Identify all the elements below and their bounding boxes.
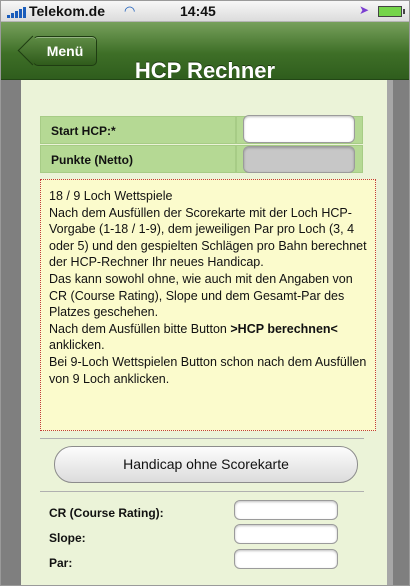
info-paragraph-2: Das kann sowohl ohne, wie auch mit den A… bbox=[49, 271, 353, 320]
status-time: 14:45 bbox=[180, 3, 216, 19]
divider bbox=[40, 491, 364, 492]
status-bar: Telekom.de ◠ 14:45 ➤ bbox=[1, 1, 409, 22]
menu-back-button[interactable]: Menü bbox=[33, 36, 97, 66]
info-instruction-post: anklicken. bbox=[49, 338, 105, 353]
slope-input[interactable] bbox=[234, 524, 338, 544]
handicap-ohne-scorekarte-button[interactable]: Handicap ohne Scorekarte bbox=[54, 446, 358, 483]
info-paragraph-3: Bei 9-Loch Wettspielen Button schon nach… bbox=[49, 354, 367, 386]
punkte-netto-label: Punkte (Netto) bbox=[40, 145, 236, 173]
punkte-netto-field bbox=[243, 146, 355, 173]
info-instruction-pre: Nach dem Ausfüllen bitte Button bbox=[49, 321, 231, 336]
start-hcp-label: Start HCP:* bbox=[40, 116, 236, 144]
start-hcp-input[interactable] bbox=[243, 115, 355, 143]
app-window: Telekom.de ◠ 14:45 ➤ HCP Rechner Menü St… bbox=[0, 0, 410, 586]
cr-label: CR (Course Rating): bbox=[49, 506, 164, 520]
menu-back-label: Menü bbox=[46, 43, 84, 59]
info-instruction-button-ref: >HCP berechnen< bbox=[230, 321, 338, 336]
slope-label: Slope: bbox=[49, 531, 86, 545]
battery-icon bbox=[378, 6, 405, 17]
info-heading: 18 / 9 Loch Wettspiele bbox=[49, 189, 173, 203]
info-box: 18 / 9 Loch Wettspiele Nach dem Ausfülle… bbox=[40, 179, 376, 431]
signal-icon bbox=[7, 7, 29, 18]
info-instruction: Nach dem Ausfüllen bitte Button >HCP ber… bbox=[49, 321, 367, 354]
par-label: Par: bbox=[49, 556, 73, 570]
par-input[interactable] bbox=[234, 549, 338, 569]
cr-input[interactable] bbox=[234, 500, 338, 520]
info-paragraph-1: Nach dem Ausfüllen der Scorekarte mit de… bbox=[49, 205, 367, 270]
scrollbar[interactable] bbox=[387, 80, 393, 585]
divider bbox=[40, 438, 364, 439]
carrier-name: Telekom.de bbox=[29, 3, 105, 19]
wifi-icon: ◠ bbox=[124, 3, 136, 18]
location-arrow-icon: ➤ bbox=[359, 3, 370, 17]
